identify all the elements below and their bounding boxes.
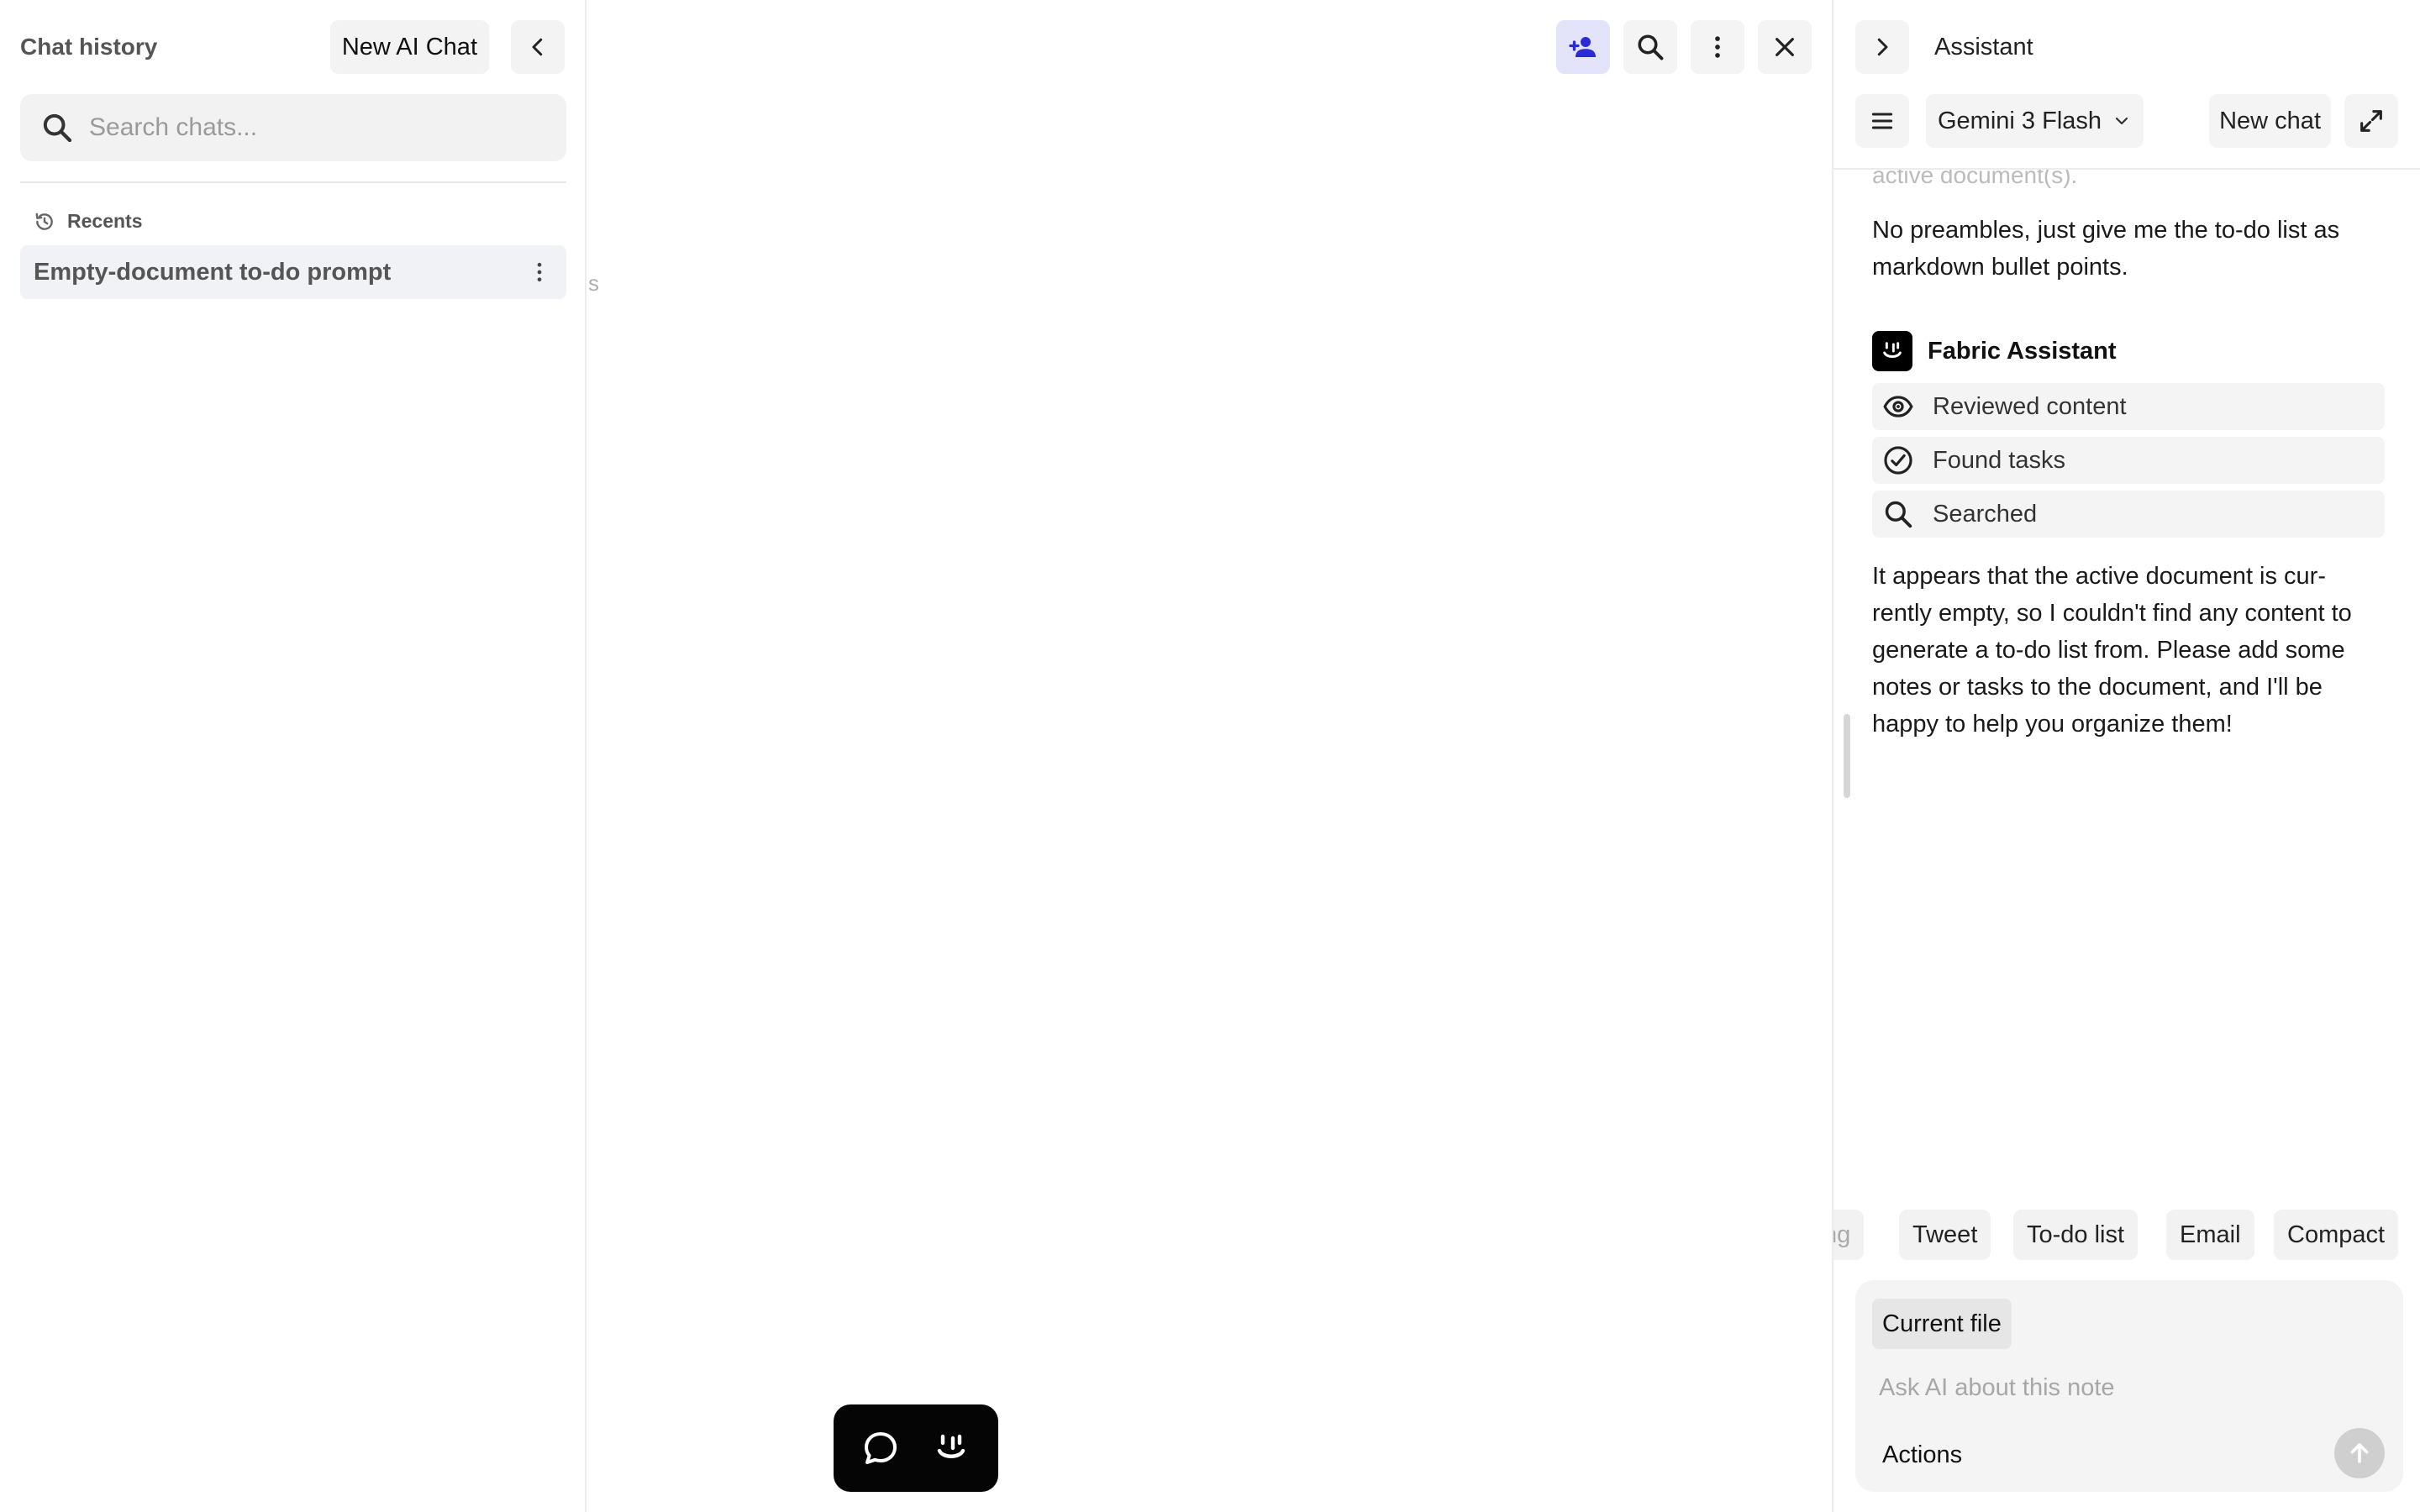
panel-resize-handle[interactable]: [1844, 714, 1850, 798]
context-chip-current-file[interactable]: Current file: [1872, 1299, 2012, 1349]
new-chat-button[interactable]: New chat: [2209, 94, 2331, 148]
assistant-toolbar: Gemini 3 Flash New chat: [1855, 94, 2398, 148]
step-label: Searched: [1933, 500, 2038, 528]
recents-label: Recents: [67, 210, 143, 232]
bot-header: Fabric Assistant: [1872, 331, 2385, 371]
bot-message: It appears that the active document is c…: [1872, 563, 2352, 738]
recents-header: Recents: [34, 210, 142, 233]
assistant-dock-button[interactable]: [921, 1418, 981, 1478]
close-icon: [1776, 38, 1794, 56]
model-selector[interactable]: Gemini 3 Flash: [1926, 94, 2144, 148]
sidebar-header: Chat history New AI Chat: [20, 20, 565, 74]
chevron-right-icon: [1877, 38, 1888, 56]
step-found-tasks[interactable]: Found tasks: [1872, 437, 2385, 484]
more-options-button[interactable]: [1691, 20, 1744, 74]
check-circle-icon: [1884, 446, 1912, 475]
eye-icon: [1883, 396, 1913, 417]
chip-compact[interactable]: Compact: [2274, 1210, 2399, 1260]
bot-avatar: [1872, 331, 1912, 371]
search-icon: [43, 113, 72, 143]
collapse-sidebar-button[interactable]: [511, 20, 565, 74]
search-icon: [1638, 34, 1664, 60]
step-reviewed-content[interactable]: Reviewed content: [1872, 383, 2385, 430]
search-chats-input[interactable]: [89, 113, 543, 142]
chip-todo-list[interactable]: To-do list: [2013, 1210, 2139, 1260]
model-selector-label: Gemini 3 Flash: [1938, 107, 2102, 134]
chat-bubble-icon: [865, 1432, 897, 1464]
quick-action-chips: ng Tweet To-do list Email Compact: [1833, 1210, 2420, 1260]
chat-item-more-button[interactable]: [519, 252, 560, 292]
chat-history-item[interactable]: Empty-document to-do prompt: [20, 245, 566, 299]
conversation: active document(s). No preambles, just g…: [1872, 170, 2385, 1178]
assistant-title: Assistant: [1934, 33, 2033, 60]
comment-dock-button[interactable]: [850, 1418, 911, 1478]
assistant-header: Assistant: [1855, 20, 2033, 74]
search-document-button[interactable]: [1623, 20, 1677, 74]
smiley-assistant-icon: [1883, 342, 1902, 358]
send-button[interactable]: [2334, 1428, 2385, 1478]
chip-email[interactable]: Email: [2166, 1210, 2254, 1260]
chevron-down-icon: [2115, 117, 2128, 125]
share-add-user-button[interactable]: [1556, 20, 1610, 74]
document-area: s: [588, 0, 1832, 1512]
more-vertical-icon: [537, 262, 542, 282]
search-icon: [1885, 501, 1912, 528]
chat-history-sidebar: Chat history New AI Chat Recents Empty-d…: [0, 0, 587, 1512]
search-chats-box[interactable]: [20, 94, 566, 161]
hide-assistant-button[interactable]: [1855, 20, 1909, 74]
chat-composer: Current file Actions: [1855, 1280, 2403, 1492]
new-ai-chat-button[interactable]: New AI Chat: [329, 20, 489, 74]
add-user-icon: [1569, 37, 1596, 57]
previous-message-fragment: active document(s).: [1872, 170, 2078, 188]
smiley-assistant-icon: [937, 1434, 965, 1458]
step-label: Reviewed content: [1933, 392, 2127, 420]
assistant-panel: Assistant Gemini 3 Flash New chat active…: [1832, 0, 2420, 1512]
step-label: Found tasks: [1933, 446, 2065, 474]
reasoning-steps: Reviewed content Found tasks Searched: [1872, 383, 2385, 538]
ask-ai-input[interactable]: [1879, 1374, 2349, 1402]
fullscreen-button[interactable]: [2344, 94, 2398, 148]
close-button[interactable]: [1758, 20, 1812, 74]
clipped-text-fragment: s: [588, 270, 599, 296]
chip-truncated[interactable]: ng: [1833, 1210, 1865, 1260]
step-searched[interactable]: Searched: [1872, 491, 2385, 538]
assistant-menu-button[interactable]: [1855, 94, 1909, 148]
history-icon: [35, 213, 53, 230]
arrow-up-icon: [2350, 1443, 2369, 1463]
sidebar-divider: [20, 181, 566, 183]
user-message: No preambles, just give me the to-do lis…: [1872, 217, 2340, 281]
floating-dock: [834, 1404, 998, 1492]
bot-name: Fabric Assistant: [1928, 337, 2117, 365]
chat-history-item-label: Empty-document to-do prompt: [34, 258, 392, 286]
chip-tweet[interactable]: Tweet: [1899, 1210, 1991, 1260]
chevron-left-icon: [532, 38, 543, 56]
actions-button[interactable]: Actions: [1882, 1441, 1962, 1469]
sidebar-title: Chat history: [20, 34, 158, 60]
document-toolbar: [1556, 20, 1812, 74]
more-vertical-icon: [1715, 36, 1720, 58]
expand-icon: [2360, 110, 2382, 132]
hamburger-menu-icon: [1871, 113, 1893, 129]
